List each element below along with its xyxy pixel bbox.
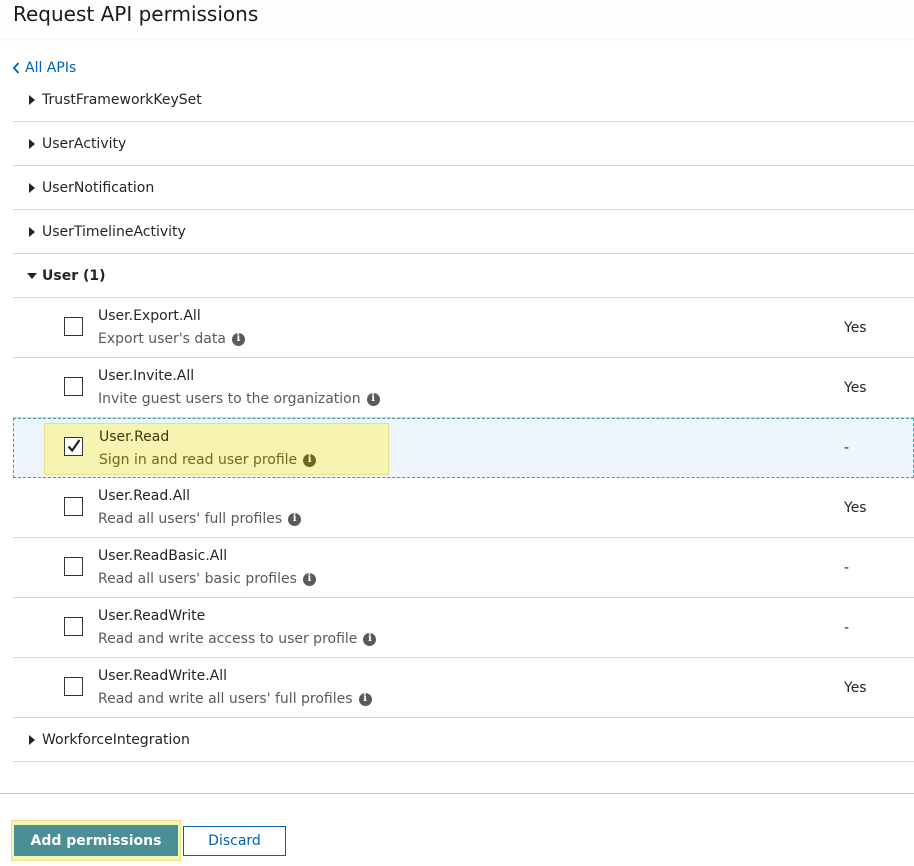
caret-right-icon xyxy=(27,94,37,106)
permission-description: Read all users' full profiles i xyxy=(98,511,302,527)
group-row-usernotification[interactable]: UserNotification xyxy=(13,166,914,210)
permission-name: User.Invite.All xyxy=(98,368,195,384)
group-row-usertimelineactivity[interactable]: UserTimelineActivity xyxy=(13,210,914,254)
permission-checkbox[interactable] xyxy=(64,677,83,696)
permission-description: Read and write all users' full profiles i xyxy=(98,691,372,707)
permission-row-user-readbasic-all[interactable]: User.ReadBasic.All Read all users' basic… xyxy=(13,538,914,598)
caret-right-icon xyxy=(27,182,37,194)
admin-consent-required: Yes xyxy=(844,380,867,396)
group-label: UserActivity xyxy=(42,135,127,152)
permission-name: User.ReadBasic.All xyxy=(98,548,228,564)
all-apis-link[interactable]: All APIs xyxy=(12,60,76,76)
info-icon[interactable]: i xyxy=(302,572,316,586)
group-row-useractivity[interactable]: UserActivity xyxy=(13,122,914,166)
permission-name: User.ReadWrite.All xyxy=(98,668,228,684)
caret-right-icon xyxy=(27,226,37,238)
permission-description-text: Read all users' basic profiles xyxy=(98,571,297,587)
permission-description: Read and write access to user profile i xyxy=(98,631,377,647)
chevron-left-icon xyxy=(12,62,20,74)
admin-consent-required: Yes xyxy=(844,500,867,516)
group-row-user[interactable]: User (1) xyxy=(13,254,914,298)
permission-row-user-readwrite[interactable]: User.ReadWrite Read and write access to … xyxy=(13,598,914,658)
all-apis-label: All APIs xyxy=(25,60,77,76)
group-row-trustframeworkkeyset[interactable]: TrustFrameworkKeySet xyxy=(13,78,914,122)
permission-description-text: Read and write all users' full profiles xyxy=(98,691,353,707)
group-row-workforceintegration[interactable]: WorkforceIntegration xyxy=(13,718,914,762)
info-icon[interactable]: i xyxy=(358,692,372,706)
permission-row-user-export-all[interactable]: User.Export.All Export user's data i Yes xyxy=(13,298,914,358)
permission-description-text: Read all users' full profiles xyxy=(98,511,283,527)
page-title: Request API permissions xyxy=(13,2,259,26)
permission-checkbox[interactable] xyxy=(64,497,83,516)
permission-checkbox[interactable] xyxy=(64,317,83,336)
permission-name: User.ReadWrite xyxy=(98,608,206,624)
permission-description-text: Export user's data xyxy=(98,331,226,347)
permission-description-text: Sign in and read user profile xyxy=(99,452,298,468)
info-icon[interactable]: i xyxy=(366,392,380,406)
permission-description: Export user's data i xyxy=(98,331,245,347)
discard-button[interactable]: Discard xyxy=(183,826,286,856)
permission-description: Invite guest users to the organization i xyxy=(98,391,380,407)
admin-consent-required: - xyxy=(844,440,850,456)
group-label: UserNotification xyxy=(42,179,155,196)
permission-name: User.Read.All xyxy=(98,488,191,504)
permission-row-user-invite-all[interactable]: User.Invite.All Invite guest users to th… xyxy=(13,358,914,418)
permission-list: TrustFrameworkKeySet UserActivity UserNo… xyxy=(13,78,914,762)
caret-down-icon xyxy=(27,270,37,282)
permission-row-user-read[interactable]: User.Read Sign in and read user profile i… xyxy=(13,418,914,478)
admin-consent-required: - xyxy=(844,620,850,636)
group-label: TrustFrameworkKeySet xyxy=(42,91,202,108)
info-icon[interactable]: i xyxy=(303,453,317,467)
footer-divider xyxy=(0,793,914,794)
caret-right-icon xyxy=(27,138,37,150)
permission-row-user-read-all[interactable]: User.Read.All Read all users' full profi… xyxy=(13,478,914,538)
admin-consent-required: Yes xyxy=(844,320,867,336)
group-label: UserTimelineActivity xyxy=(42,223,186,240)
permission-description-text: Read and write access to user profile xyxy=(98,631,358,647)
permission-checkbox[interactable] xyxy=(64,557,83,576)
info-icon[interactable]: i xyxy=(363,632,377,646)
admin-consent-required: Yes xyxy=(844,680,867,696)
permission-checkbox[interactable] xyxy=(64,617,83,636)
group-label: WorkforceIntegration xyxy=(42,731,190,748)
info-icon[interactable]: i xyxy=(231,332,245,346)
caret-right-icon xyxy=(27,734,37,746)
permission-name: User.Read xyxy=(99,429,170,445)
checkmark-icon xyxy=(67,439,81,453)
admin-consent-required: - xyxy=(844,560,850,576)
permission-description: Read all users' basic profiles i xyxy=(98,571,316,587)
permission-description-text: Invite guest users to the organization xyxy=(98,391,361,407)
add-permissions-button[interactable]: Add permissions xyxy=(14,825,178,856)
group-label: User (1) xyxy=(42,267,106,284)
info-icon[interactable]: i xyxy=(288,512,302,526)
permission-description: Sign in and read user profile i xyxy=(99,452,317,468)
permission-checkbox[interactable] xyxy=(64,377,83,396)
permission-name: User.Export.All xyxy=(98,308,201,324)
permission-checkbox-checked[interactable] xyxy=(64,437,83,456)
permission-row-user-readwrite-all[interactable]: User.ReadWrite.All Read and write all us… xyxy=(13,658,914,718)
